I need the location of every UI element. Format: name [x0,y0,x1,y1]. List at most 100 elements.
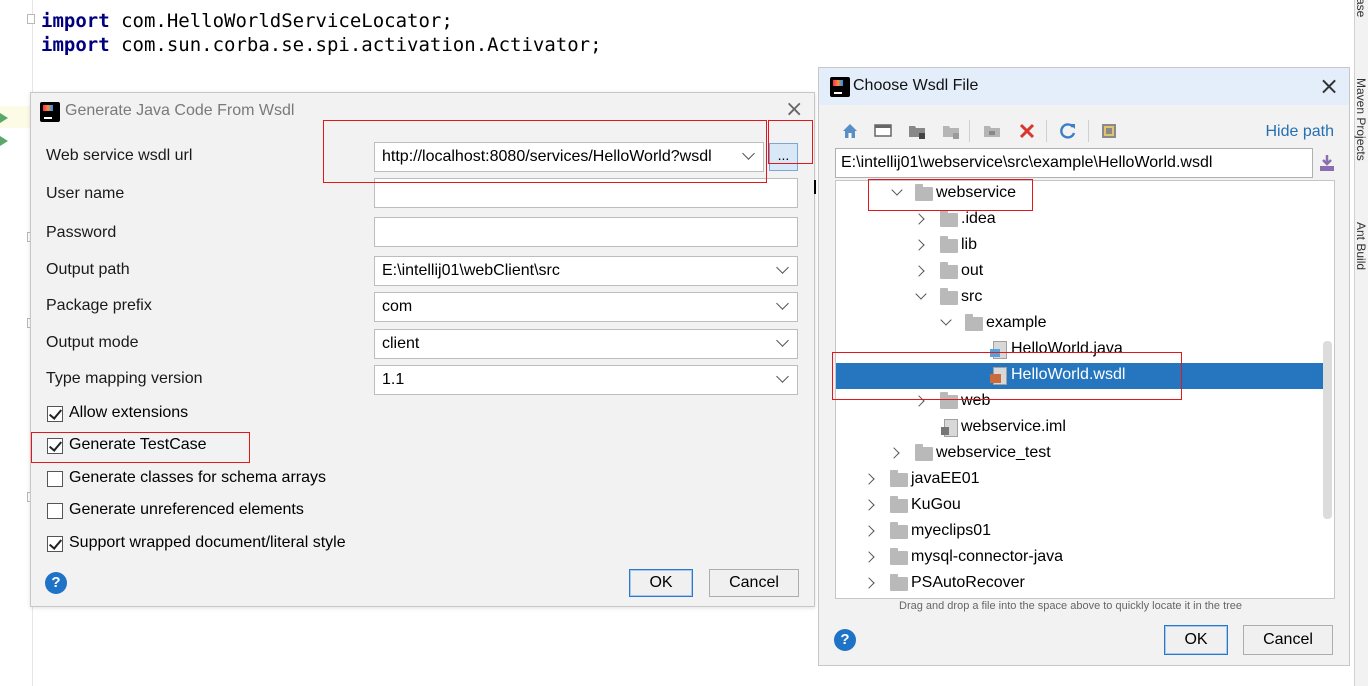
checkbox-box[interactable] [47,503,63,519]
path-input[interactable]: E:\intellij01\webservice\src\example\Hel… [835,148,1313,178]
close-icon[interactable]: × [1319,74,1339,98]
type-mapping-combo[interactable]: 1.1 [374,365,798,395]
chevron-down-icon[interactable] [891,184,903,196]
cancel-button[interactable]: Cancel [709,569,799,597]
close-icon[interactable]: × [785,99,803,121]
tree-node-webservice[interactable]: webservice [836,181,1332,207]
code-line-import-1[interactable]: import com.HelloWorldServiceLocator; [41,10,453,32]
tree-node-label: myeclips01 [911,522,992,539]
chevron-right-icon[interactable] [863,551,875,563]
run-gutter-icon[interactable] [0,113,8,123]
hide-path-link[interactable]: Hide path [1266,123,1335,141]
tree-node-lib[interactable]: lib [836,233,1332,259]
output-mode-combo[interactable]: client [374,329,798,359]
package-prefix-combo[interactable]: com [374,292,798,322]
code-line-import-2[interactable]: import com.sun.corba.se.spi.activation.A… [41,34,602,56]
tool-window-tab[interactable]: ase [1354,0,1368,22]
chevron-right-icon[interactable] [913,265,925,277]
chevron-down-icon[interactable] [776,334,789,347]
folder-icon [915,444,933,461]
chevron-down-icon[interactable] [742,147,755,160]
dialog-title-bar[interactable]: Generate Java Code From Wsdl × [31,93,814,129]
editor-gutter [0,0,33,686]
tree-node-example[interactable]: example [836,311,1332,337]
checkbox-label: Generate classes for schema arrays [69,469,326,486]
tree-node-mysql-connector-java[interactable]: mysql-connector-java [836,545,1332,571]
new-folder-icon[interactable] [983,122,1001,140]
module-folder-icon[interactable] [942,122,960,140]
tree-node-label: HelloWorld.wsdl [1011,366,1126,383]
history-dropdown-icon[interactable] [1318,153,1336,173]
checkbox-label: Allow extensions [69,404,189,421]
chevron-right-icon[interactable] [913,395,925,407]
file-tree[interactable]: webservice .idea lib out src example Hel… [835,180,1335,599]
import-path: com.sun.corba.se.spi.activation.Activato… [109,34,602,56]
chevron-right-icon[interactable] [888,447,900,459]
tree-node-helloworld-java[interactable]: HelloWorld.java [836,337,1332,363]
folder-icon [940,236,958,253]
ok-button[interactable]: OK [629,569,693,597]
chevron-right-icon[interactable] [863,525,875,537]
tree-node-webservice-test[interactable]: webservice_test [836,441,1332,467]
checkbox-box[interactable] [47,471,63,487]
browse-wsdl-button[interactable]: ... [769,143,798,171]
checkbox-label: Support wrapped document/literal style [69,534,346,551]
tree-node-idea[interactable]: .idea [836,207,1332,233]
delete-icon[interactable] [1018,122,1036,140]
help-icon[interactable]: ? [834,629,856,651]
tree-node-label: .idea [961,210,996,227]
password-field[interactable] [374,217,798,247]
toolbar-separator [969,120,970,142]
output-path-combo[interactable]: E:\intellij01\webClient\src [374,256,798,286]
chevron-down-icon[interactable] [940,314,952,326]
chevron-right-icon[interactable] [863,473,875,485]
chevron-down-icon[interactable] [915,288,927,300]
user-name-field[interactable] [374,178,798,208]
ok-button[interactable]: OK [1164,625,1228,655]
folder-icon [915,184,933,201]
checkbox-label: Generate TestCase [69,436,207,453]
chevron-right-icon[interactable] [913,239,925,251]
tree-node-label: example [986,314,1047,331]
tree-node-psautorecover[interactable]: PSAutoRecover [836,571,1332,597]
chevron-right-icon[interactable] [863,577,875,589]
tree-node-helloworld-wsdl[interactable]: HelloWorld.wsdl [836,363,1332,389]
tree-node-src[interactable]: src [836,285,1332,311]
chevron-down-icon[interactable] [776,370,789,383]
tree-node-label: out [961,262,984,279]
tree-node-webservice-iml[interactable]: webservice.iml [836,415,1332,441]
chevron-right-icon[interactable] [863,499,875,511]
right-tool-window-strip: ase Maven Projects Ant Build [1354,0,1368,686]
home-icon[interactable] [841,122,859,140]
chevron-down-icon[interactable] [776,261,789,274]
tree-node-out[interactable]: out [836,259,1332,285]
fold-marker-icon[interactable] [27,14,35,24]
desktop-icon[interactable] [874,122,892,140]
type-mapping-value: 1.1 [382,371,405,388]
checkbox-box[interactable] [47,438,63,454]
output-path-value: E:\intellij01\webClient\src [382,262,560,279]
refresh-icon[interactable] [1059,122,1077,140]
import-path: com.HelloWorldServiceLocator; [109,10,453,32]
checkbox-box[interactable] [47,536,63,552]
cancel-button[interactable]: Cancel [1243,625,1333,655]
dialog-title-bar[interactable]: Choose Wsdl File × [819,68,1349,105]
folder-icon [940,392,958,409]
tree-node-javaee01[interactable]: javaEE01 [836,467,1332,493]
tool-window-tab-ant[interactable]: Ant Build [1354,222,1368,270]
tree-node-web[interactable]: web [836,389,1332,415]
folder-icon [890,496,908,513]
folder-icon [890,522,908,539]
wsdl-url-combo[interactable]: http://localhost:8080/services/HelloWorl… [374,142,764,172]
run-gutter-icon[interactable] [0,136,8,146]
tool-window-tab-maven[interactable]: Maven Projects [1354,78,1368,161]
show-hidden-icon[interactable] [1100,122,1118,140]
tree-node-kugou[interactable]: KuGou [836,493,1332,519]
chevron-right-icon[interactable] [913,213,925,225]
chevron-down-icon[interactable] [776,297,789,310]
project-folder-icon[interactable] [908,122,926,140]
tree-scrollbar[interactable] [1323,341,1332,519]
checkbox-box[interactable] [47,406,63,422]
tree-node-myeclips01[interactable]: myeclips01 [836,519,1332,545]
help-icon[interactable]: ? [45,572,67,594]
